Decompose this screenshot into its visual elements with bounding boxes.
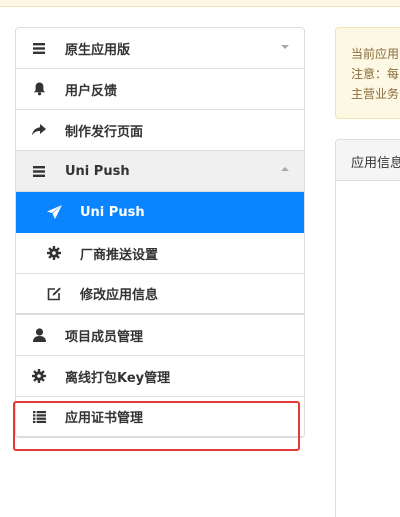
share-arrow-icon xyxy=(31,122,47,138)
chevron-down-icon xyxy=(281,45,289,49)
sidebar-item-member-management[interactable]: 项目成员管理 xyxy=(16,315,304,356)
sidebar-item-label: 厂商推送设置 xyxy=(80,247,159,263)
page: 原生应用版 用户反馈 制作发行页面 Uni Push Uni Push 厂商推送… xyxy=(0,0,400,517)
sidebar-item-label: 修改应用信息 xyxy=(80,288,159,303)
notice-line: 主营业务 xyxy=(351,87,400,101)
sidebar-group-uni-push[interactable]: Uni Push xyxy=(16,151,304,192)
edit-icon xyxy=(46,286,62,302)
sidebar-item-label: Uni Push xyxy=(80,204,145,220)
sidebar-item-user-feedback[interactable]: 用户反馈 xyxy=(16,69,304,110)
sidebar-item-label: 制作发行页面 xyxy=(65,124,144,140)
chevron-up-icon xyxy=(281,167,289,171)
gear-icon xyxy=(46,245,62,261)
notice-alert: 当前应用 注意：每 主营业务 xyxy=(335,27,400,119)
gear-icon xyxy=(31,368,47,384)
sidebar-item-native-app[interactable]: 原生应用版 xyxy=(16,28,304,69)
notice-line: 当前应用 xyxy=(351,47,400,61)
top-warning-strip xyxy=(0,0,400,7)
send-icon xyxy=(46,204,62,220)
notice-line: 注意：每 xyxy=(351,67,400,81)
sidebar-item-vendor-push-settings[interactable]: 厂商推送设置 xyxy=(16,233,304,274)
app-info-panel: 应用信息 xyxy=(335,139,400,517)
list-bullet-icon xyxy=(31,409,47,425)
sidebar-menu: 原生应用版 用户反馈 制作发行页面 Uni Push Uni Push 厂商推送… xyxy=(15,27,305,438)
sidebar-item-uni-push[interactable]: Uni Push xyxy=(16,192,304,233)
list-icon xyxy=(31,40,47,56)
sidebar-item-offline-key-management[interactable]: 离线打包Key管理 xyxy=(16,356,304,397)
sidebar-item-certificate-management[interactable]: 应用证书管理 xyxy=(16,397,304,437)
sidebar-item-edit-app-info[interactable]: 修改应用信息 xyxy=(16,274,304,315)
user-icon xyxy=(31,327,47,343)
list-icon xyxy=(31,163,47,179)
sidebar-item-label: 离线打包Key管理 xyxy=(65,370,171,386)
bell-icon xyxy=(31,81,47,97)
panel-title: 应用信息 xyxy=(336,140,400,181)
sidebar-item-label: 原生应用版 xyxy=(65,42,131,58)
sidebar-item-label: Uni Push xyxy=(65,163,130,179)
sidebar-item-label: 项目成员管理 xyxy=(65,329,144,345)
sidebar-item-release-page[interactable]: 制作发行页面 xyxy=(16,110,304,151)
sidebar-item-label: 用户反馈 xyxy=(65,83,118,99)
sidebar-item-label: 应用证书管理 xyxy=(65,411,144,426)
